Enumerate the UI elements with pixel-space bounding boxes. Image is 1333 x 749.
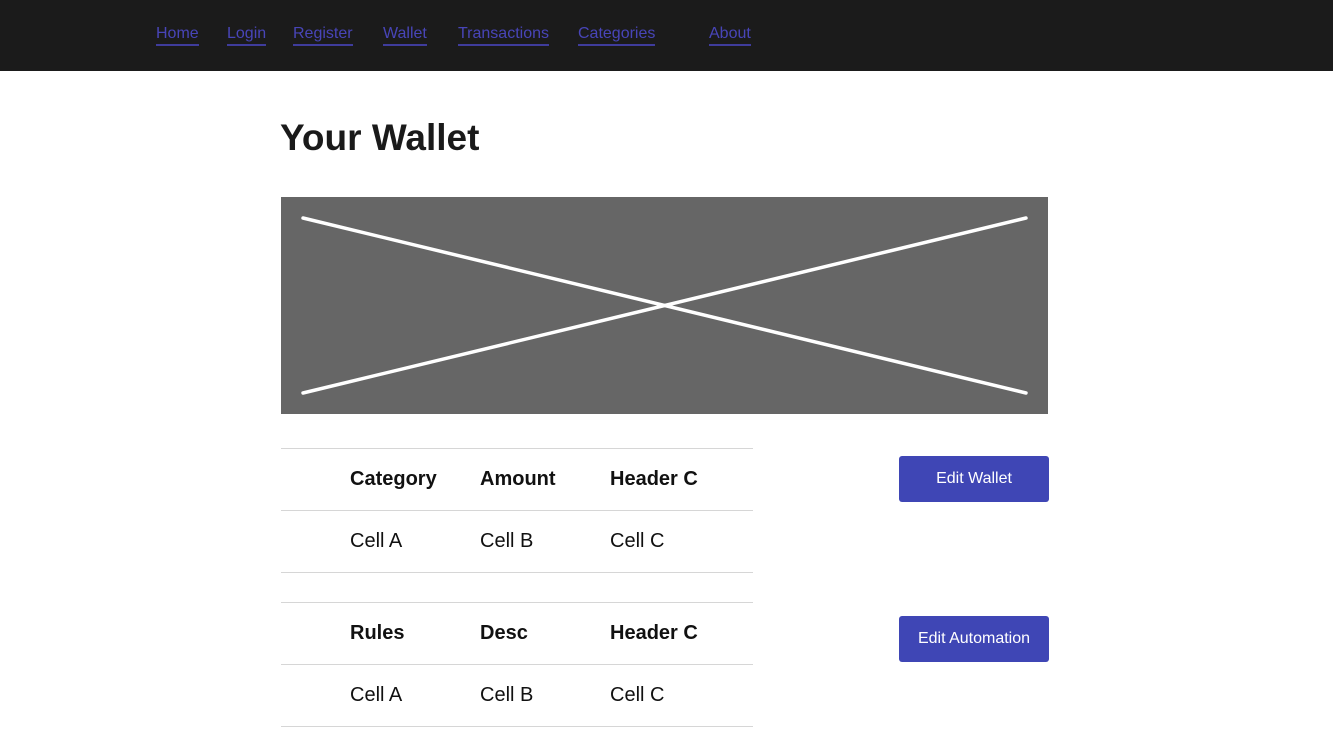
top-navigation-bar: Home Login Register Wallet Transactions …	[0, 0, 1333, 71]
table-header-row: Category Amount Header C	[281, 448, 753, 511]
table-header-row: Rules Desc Header C	[281, 602, 753, 665]
table-header-c: Header C	[610, 602, 753, 665]
table-header-desc: Desc	[480, 602, 610, 665]
wallet-table: Category Amount Header C Cell A Cell B C…	[281, 448, 753, 573]
nav-link-about[interactable]: About	[709, 24, 751, 46]
placeholder-cross-icon	[301, 216, 1028, 395]
table-row: Cell A Cell B Cell C	[281, 664, 753, 727]
image-placeholder	[281, 197, 1048, 414]
table-cell: Cell B	[480, 510, 610, 573]
table-cell: Cell C	[610, 664, 753, 727]
table-cell	[281, 510, 350, 573]
table-cell: Cell B	[480, 664, 610, 727]
table-header-c: Header C	[610, 448, 753, 511]
nav-link-categories[interactable]: Categories	[578, 24, 656, 46]
nav-link-wallet[interactable]: Wallet	[383, 24, 427, 46]
table-cell: Cell C	[610, 510, 753, 573]
edit-wallet-button[interactable]: Edit Wallet	[899, 456, 1049, 502]
page-title: Your Wallet	[280, 117, 480, 158]
table-row: Cell A Cell B Cell C	[281, 510, 753, 573]
edit-automation-button[interactable]: Edit Automation	[899, 616, 1049, 662]
automation-table: Rules Desc Header C Cell A Cell B Cell C	[281, 602, 753, 727]
table-header-rules: Rules	[350, 602, 480, 665]
table-header-cell	[281, 602, 350, 665]
nav-link-login[interactable]: Login	[227, 24, 267, 46]
table-cell: Cell A	[350, 510, 480, 573]
nav-link-transactions[interactable]: Transactions	[458, 24, 549, 46]
table-header-cell	[281, 448, 350, 511]
table-cell: Cell A	[350, 664, 480, 727]
nav-link-home[interactable]: Home	[156, 24, 199, 46]
table-header-category: Category	[350, 448, 480, 511]
table-header-amount: Amount	[480, 448, 610, 511]
table-cell	[281, 664, 350, 727]
nav-link-register[interactable]: Register	[293, 24, 353, 46]
